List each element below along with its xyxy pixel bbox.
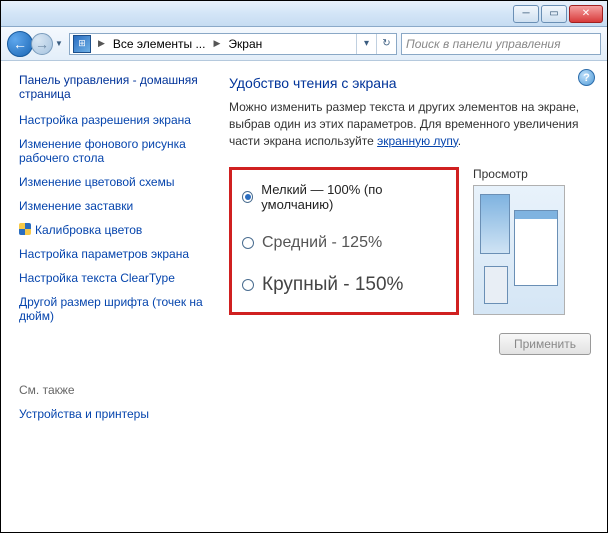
sidebar-link-screensaver[interactable]: Изменение заставки xyxy=(19,199,203,213)
minimize-button[interactable]: ─ xyxy=(513,5,539,23)
close-button[interactable]: ✕ xyxy=(569,5,603,23)
radio-label: Крупный - 150% xyxy=(262,274,403,296)
search-placeholder: Поиск в панели управления xyxy=(406,37,561,51)
radio-label: Мелкий — 100% (по умолчанию) xyxy=(261,182,444,212)
sidebar-link-display-settings[interactable]: Настройка параметров экрана xyxy=(19,247,203,261)
preview-image xyxy=(473,185,565,315)
address-dropdown-button[interactable]: ▾ xyxy=(356,34,376,54)
dpi-options-highlight: Мелкий — 100% (по умолчанию) Средний - 1… xyxy=(229,167,459,315)
see-also-label: См. также xyxy=(19,383,203,397)
breadcrumb-screen[interactable]: Экран xyxy=(224,34,266,54)
radio-large-150[interactable]: Крупный - 150% xyxy=(242,274,444,296)
sidebar: Панель управления - домашняя страница На… xyxy=(1,61,211,532)
sidebar-link-resolution[interactable]: Настройка разрешения экрана xyxy=(19,113,203,127)
help-icon[interactable]: ? xyxy=(578,69,595,86)
apply-button[interactable]: Применить xyxy=(499,333,591,355)
page-description: Можно изменить размер текста и других эл… xyxy=(229,99,591,149)
sidebar-link-calibrate-color[interactable]: Калибровка цветов xyxy=(19,223,203,237)
magnifier-link[interactable]: экранную лупу xyxy=(377,134,458,148)
sidebar-link-color-scheme[interactable]: Изменение цветовой схемы xyxy=(19,175,203,189)
body-area: Панель управления - домашняя страница На… xyxy=(1,61,607,532)
search-input[interactable]: Поиск в панели управления xyxy=(401,33,601,55)
preview-window-icon xyxy=(514,210,558,286)
sidebar-link-custom-dpi[interactable]: Другой размер шрифта (точек на дюйм) xyxy=(19,295,203,323)
back-button[interactable]: ← xyxy=(7,31,33,57)
maximize-button[interactable]: ▭ xyxy=(541,5,567,23)
nav-history-dropdown[interactable]: ▼ xyxy=(53,32,65,56)
window-titlebar: ─ ▭ ✕ xyxy=(1,1,607,27)
sidebar-heading[interactable]: Панель управления - домашняя страница xyxy=(19,73,203,101)
control-panel-icon: ⊞ xyxy=(73,35,91,53)
nav-buttons: ← → ▼ xyxy=(7,31,65,57)
chevron-right-icon: ▶ xyxy=(94,38,109,49)
preview-window-icon xyxy=(484,266,508,304)
sidebar-link-cleartype[interactable]: Настройка текста ClearType xyxy=(19,271,203,285)
navigation-bar: ← → ▼ ⊞ ▶ Все элементы ... ▶ Экран ▾ ↻ П… xyxy=(1,27,607,61)
radio-icon xyxy=(242,279,254,291)
breadcrumb-all-items[interactable]: Все элементы ... xyxy=(109,34,210,54)
radio-small-100[interactable]: Мелкий — 100% (по умолчанию) xyxy=(242,182,444,212)
address-bar[interactable]: ⊞ ▶ Все элементы ... ▶ Экран ▾ ↻ xyxy=(69,33,397,55)
preview-group: Просмотр xyxy=(473,167,565,315)
sidebar-link-devices-printers[interactable]: Устройства и принтеры xyxy=(19,407,203,421)
radio-label: Средний - 125% xyxy=(262,234,382,252)
preview-window-icon xyxy=(480,194,510,254)
preview-label: Просмотр xyxy=(473,167,565,181)
radio-medium-125[interactable]: Средний - 125% xyxy=(242,234,444,252)
refresh-button[interactable]: ↻ xyxy=(376,34,396,54)
page-title: Удобство чтения с экрана xyxy=(229,75,591,91)
radio-icon xyxy=(242,191,253,203)
radio-icon xyxy=(242,237,254,249)
chevron-right-icon: ▶ xyxy=(209,38,224,49)
forward-button[interactable]: → xyxy=(31,33,53,55)
shield-icon xyxy=(19,223,31,235)
sidebar-link-wallpaper[interactable]: Изменение фонового рисунка рабочего стол… xyxy=(19,137,203,165)
main-content: ? Удобство чтения с экрана Можно изменит… xyxy=(211,61,607,532)
